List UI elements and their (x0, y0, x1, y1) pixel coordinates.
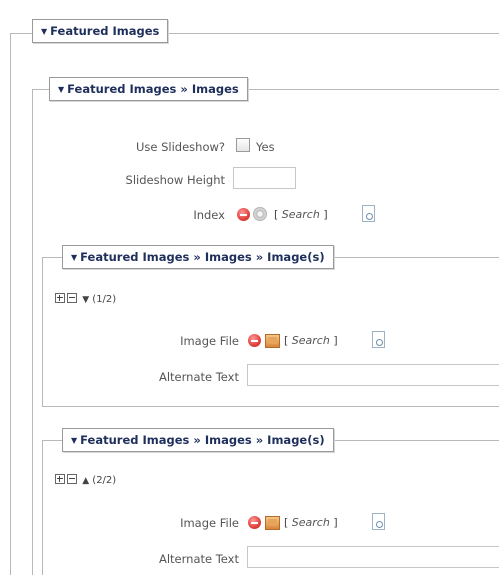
document-icon[interactable] (362, 205, 375, 222)
featured-images-legend[interactable]: ▼ Featured Images (32, 19, 169, 43)
image1-legend[interactable]: ▼ Featured Images » Images » Image(s) (62, 245, 334, 269)
use-slideshow-checkbox[interactable] (236, 138, 250, 152)
remove-icon[interactable] (248, 334, 261, 347)
collapse-icon[interactable] (67, 293, 77, 303)
triangle-down-icon: ▼ (71, 253, 78, 262)
outer-frame-left (10, 33, 11, 575)
image-icon[interactable] (265, 516, 280, 530)
collapse-icon[interactable] (67, 474, 77, 484)
document-icon[interactable] (372, 513, 385, 530)
image2-legend[interactable]: ▼ Featured Images » Images » Image(s) (62, 428, 334, 452)
image-file-label: Image File (180, 516, 239, 530)
use-slideshow-label: Use Slideshow? (135, 140, 225, 154)
image1-frame-bottom (42, 406, 499, 407)
search-link[interactable]: [ Search ] (274, 208, 328, 221)
slideshow-height-input[interactable] (233, 167, 296, 189)
image1-counter: (1/2) (92, 294, 117, 305)
image2-controls: ▲ (2/2) (55, 474, 116, 486)
alternate-text-input[interactable] (247, 364, 499, 386)
triangle-down-icon: ▼ (41, 27, 48, 36)
move-down-icon[interactable]: ▼ (82, 295, 89, 305)
image-file-label: Image File (180, 334, 239, 348)
expand-icon[interactable] (55, 474, 65, 484)
slideshow-height-label: Slideshow Height (125, 173, 225, 187)
images-frame-left (32, 89, 33, 575)
index-label: Index (193, 208, 225, 222)
use-slideshow-yes-label: Yes (256, 140, 275, 154)
document-icon[interactable] (372, 331, 385, 348)
remove-icon[interactable] (248, 516, 261, 529)
move-up-icon[interactable]: ▲ (82, 476, 89, 486)
image1-frame-left (42, 257, 43, 407)
triangle-down-icon: ▼ (71, 436, 78, 445)
search-link[interactable]: [ Search ] (284, 334, 338, 347)
images-legend[interactable]: ▼ Featured Images » Images (49, 77, 248, 101)
search-link[interactable]: [ Search ] (284, 516, 338, 529)
alternate-text-label: Alternate Text (158, 552, 239, 566)
gear-icon[interactable] (253, 207, 267, 221)
image-icon[interactable] (265, 334, 280, 348)
alternate-text-label: Alternate Text (158, 370, 239, 384)
expand-icon[interactable] (55, 293, 65, 303)
alternate-text-input[interactable] (247, 546, 499, 568)
triangle-down-icon: ▼ (58, 85, 65, 94)
image1-controls: ▼ (1/2) (55, 293, 116, 305)
image2-counter: (2/2) (92, 475, 117, 486)
remove-icon[interactable] (237, 208, 250, 221)
image2-frame-left (42, 440, 43, 575)
